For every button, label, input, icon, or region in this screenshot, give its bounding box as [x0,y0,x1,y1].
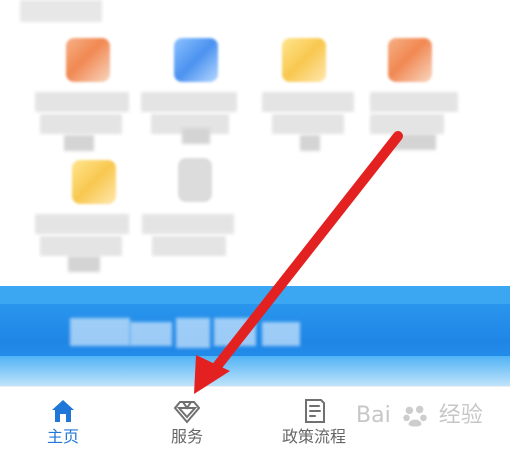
blurred-header-text [20,0,102,22]
service-icon-gray[interactable] [178,158,212,202]
blurred-service-label [35,92,129,112]
blurred-service-label [64,135,94,151]
blurred-service-label [272,114,344,134]
blurred-service-label [300,135,320,151]
tab-home-label: 主页 [46,427,79,446]
banner-top-band [0,286,510,304]
tab-service-label: 服务 [170,427,203,446]
document-icon [305,399,325,423]
tab-policy-process-label: 政策流程 [281,427,346,446]
service-icon-blue[interactable] [174,38,218,82]
service-grid [0,0,510,280]
baidu-watermark: Bai 经验 [356,398,484,434]
diamond-icon [173,401,201,424]
blurred-service-label [262,92,354,112]
blurred-service-label [141,92,237,112]
blurred-service-label [152,236,226,256]
service-icon-orange[interactable] [66,38,110,82]
service-icon-orange-second[interactable] [388,38,432,82]
app-screen: 主页 服务 政策流程 Bai 经验 [0,0,510,451]
blurred-banner-text [262,322,300,346]
watermark-left-text: Bai [356,403,391,428]
blurred-service-label [370,92,458,112]
blurred-service-label [40,236,122,256]
blurred-banner-text [214,318,256,346]
blurred-banner-text [70,318,130,346]
tab-service[interactable]: 服务 [132,387,242,451]
paw-icon [402,405,427,427]
service-icon-yellow[interactable] [282,38,326,82]
blurred-service-label [370,114,444,134]
blurred-service-label [142,214,234,234]
tab-home[interactable]: 主页 [8,387,118,451]
blurred-service-label [182,128,210,144]
blurred-service-label [392,134,436,150]
watermark-right-text: 经验 [438,403,483,428]
home-icon [52,400,74,422]
tab-policy-process[interactable]: 政策流程 [259,387,369,451]
blurred-service-label [40,114,122,134]
service-icon-yellow-second[interactable] [72,160,116,204]
blurred-service-label [35,214,129,234]
blurred-banner-text [130,322,172,346]
banner-bottom-fade [0,356,510,386]
blurred-service-label [68,256,100,272]
blurred-banner-text [176,318,210,348]
